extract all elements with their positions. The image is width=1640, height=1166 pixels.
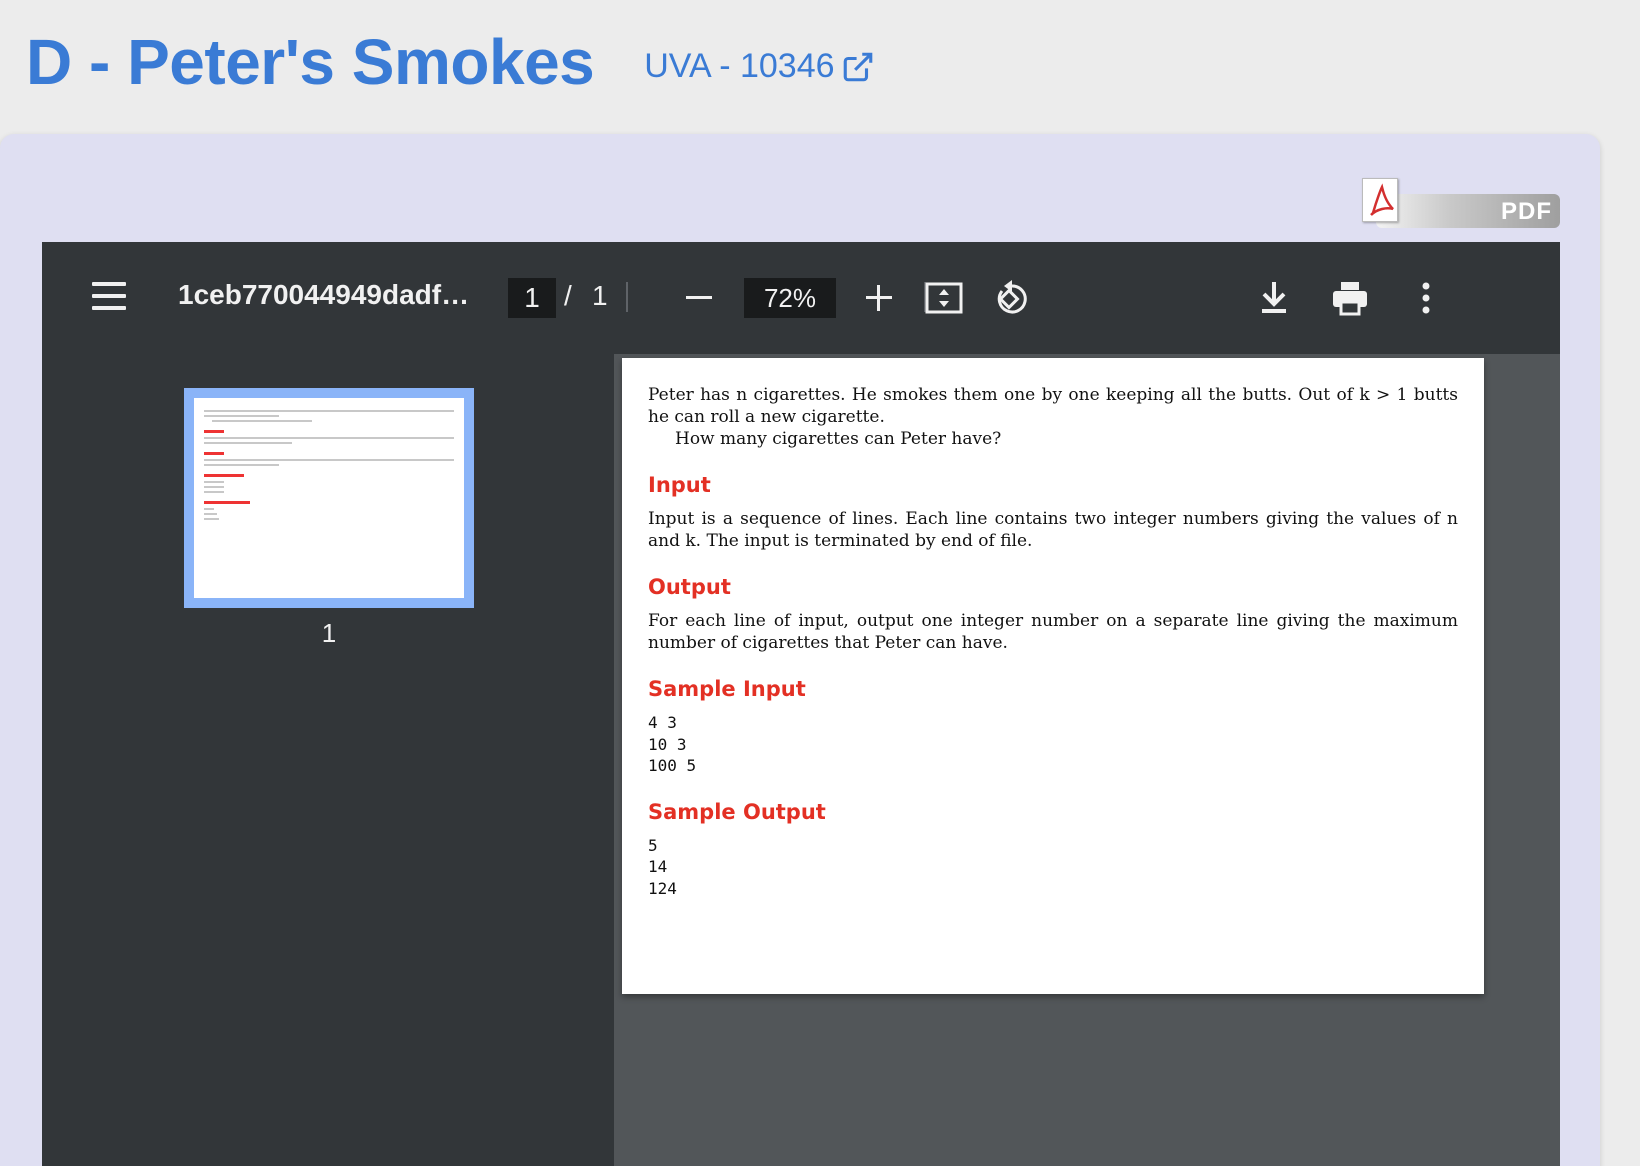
intro-text: Peter has n cigarettes. He smokes them o… xyxy=(648,385,1458,427)
origin-link-label: UVA - 10346 xyxy=(644,47,835,85)
rotate-icon xyxy=(997,280,1027,314)
intro-question: How many cigarettes can Peter have? xyxy=(675,429,1002,449)
page-separator: / xyxy=(564,280,572,311)
input-heading: Input xyxy=(648,473,711,497)
input-text: Input is a sequence of lines. Each line … xyxy=(648,509,1458,551)
pdf-badge[interactable]: PDF xyxy=(1362,178,1560,230)
sample-input-block: 4 3 10 3 100 5 xyxy=(648,713,697,775)
print-icon xyxy=(1333,282,1367,316)
page-total: 1 xyxy=(592,280,608,311)
output-text: For each line of input, output one integ… xyxy=(648,611,1458,653)
download-icon xyxy=(1262,282,1286,313)
file-name: 1ceb770044949dadf… xyxy=(178,279,470,310)
pdf-badge-label: PDF xyxy=(1501,198,1552,225)
sample-input-heading: Sample Input xyxy=(648,677,806,701)
page-thumbnail[interactable] xyxy=(184,388,474,608)
sample-output-heading: Sample Output xyxy=(648,799,826,824)
sample-output-block: 5 14 124 xyxy=(648,835,677,898)
page-area: Peter has n cigarettes. He smokes them o… xyxy=(614,354,1560,1166)
zoom-input[interactable] xyxy=(744,278,836,318)
download-button[interactable] xyxy=(1252,276,1296,320)
output-heading: Output xyxy=(648,575,731,599)
thumbnail-page-number: 1 xyxy=(321,618,337,648)
page-header: D - Peter's Smokes UVA - 10346 xyxy=(26,22,875,102)
print-button[interactable] xyxy=(1328,276,1372,320)
hamburger-icon xyxy=(92,282,126,286)
rotate-button[interactable] xyxy=(990,276,1034,320)
pdf-viewer: 1ceb770044949dadf… / 1 xyxy=(42,242,1560,1166)
zoom-in-button[interactable] xyxy=(860,280,900,316)
toolbar-divider xyxy=(626,282,628,312)
more-vertical-icon xyxy=(1422,282,1430,314)
thumbnail-sidebar: 1 xyxy=(42,354,614,1166)
external-link-icon xyxy=(843,52,872,81)
origin-link[interactable]: UVA - 10346 xyxy=(644,47,874,86)
fit-page-button[interactable] xyxy=(922,276,966,320)
pdf-file-icon xyxy=(1362,178,1398,222)
page-number-input[interactable] xyxy=(508,278,556,318)
page-title: D - Peter's Smokes xyxy=(26,26,595,98)
pdf-page: Peter has n cigarettes. He smokes them o… xyxy=(622,358,1484,994)
menu-button[interactable] xyxy=(92,282,126,312)
more-options-button[interactable] xyxy=(1404,276,1448,320)
fit-page-icon xyxy=(925,282,963,314)
zoom-out-button[interactable] xyxy=(680,280,720,316)
pdf-toolbar: 1ceb770044949dadf… / 1 xyxy=(42,242,1560,354)
problem-card: PDF 1ceb770044949dadf… / 1 xyxy=(0,134,1600,1166)
